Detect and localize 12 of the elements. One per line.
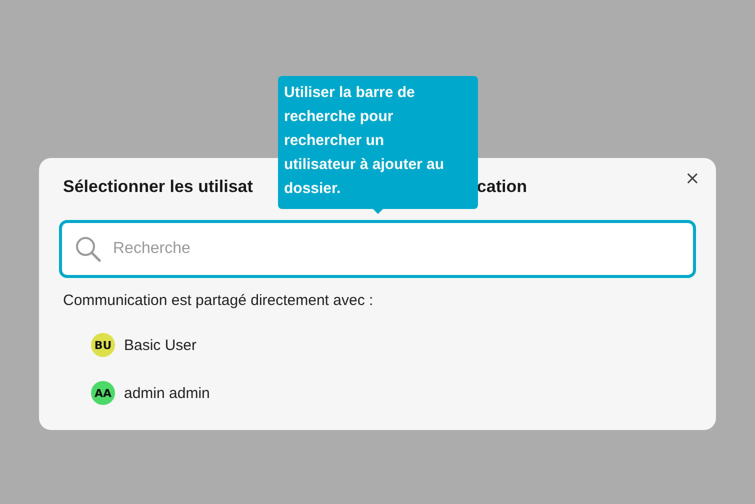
search-icon <box>75 236 101 262</box>
shared-with-label: Communication est partagé directement avec : <box>63 292 374 309</box>
avatar: BU <box>91 333 115 357</box>
search-field[interactable]: Recherche <box>59 220 696 278</box>
user-name: admin admin <box>124 384 210 402</box>
close-button[interactable]: × <box>680 168 704 189</box>
tooltip-pointer-icon <box>370 206 386 215</box>
avatar: AA <box>91 381 115 405</box>
tooltip-text: Utiliser la barre de recherche pour rechercher un utilisateur à ajouter au dossier. <box>278 76 478 209</box>
dialog-title: cation <box>476 177 527 197</box>
user-name: Basic User <box>124 336 197 354</box>
dialog-title: Sélectionner les utilisat <box>63 177 253 197</box>
